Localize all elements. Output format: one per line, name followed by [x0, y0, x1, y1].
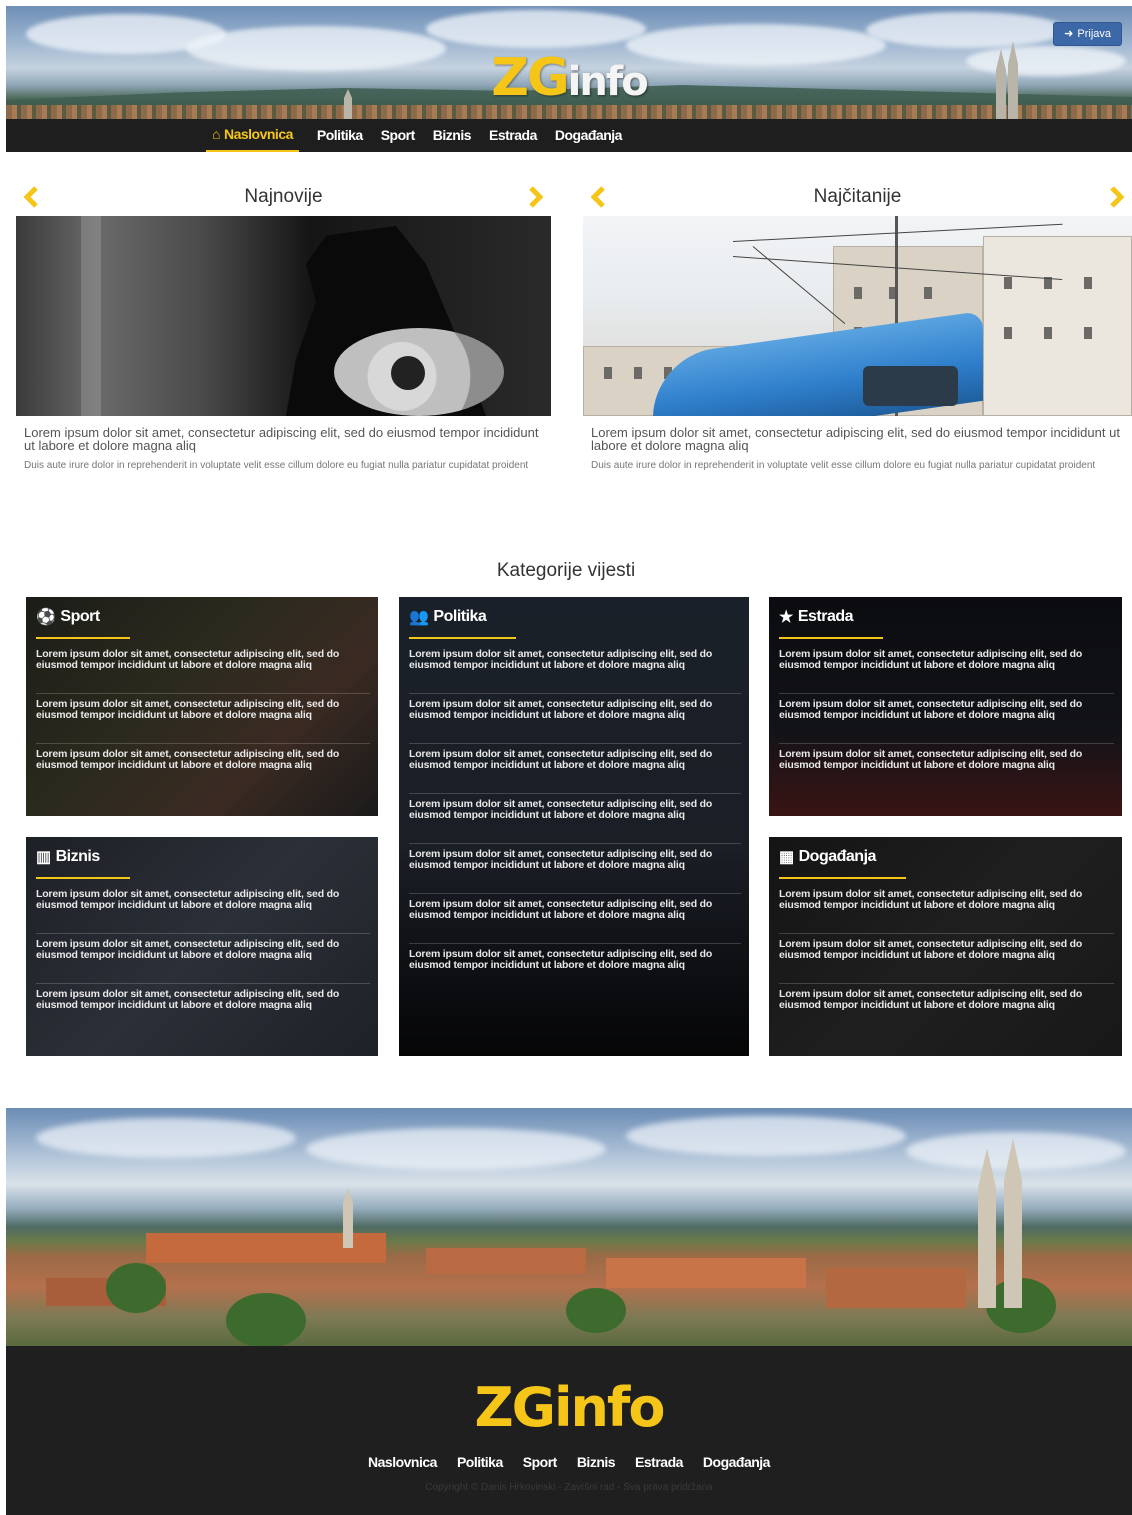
chevron-left-icon[interactable]	[591, 186, 607, 208]
category-card-biznis: ▥ Biznis Lorem ipsum dolor sit amet, cons…	[26, 837, 378, 1056]
category-card-dogadanja: ▦ Događanja Lorem ipsum dolor sit amet, c…	[769, 837, 1122, 1056]
nav-item-sport[interactable]: Sport	[381, 119, 416, 152]
soccer-ball-icon: ⚽	[36, 609, 56, 626]
article-summary: Duis aute irure dolor in reprehenderit i…	[24, 460, 529, 471]
article-lead[interactable]: Lorem ipsum dolor sit amet, consectetur …	[591, 426, 1124, 452]
footer-link-dogadanja[interactable]: Događanja	[703, 1454, 771, 1470]
footer-link-biznis[interactable]: Biznis	[577, 1454, 616, 1470]
category-card-estrada: ★ Estrada Lorem ipsum dolor sit amet, con…	[769, 597, 1122, 816]
footer-banner	[6, 1108, 1132, 1346]
list-item[interactable]: Lorem ipsum dolor sit amet, consectetur …	[779, 649, 1114, 694]
list-item[interactable]: Lorem ipsum dolor sit amet, consectetur …	[779, 749, 1114, 794]
category-header[interactable]: 👥 Politika	[409, 597, 517, 639]
chevron-left-icon[interactable]	[24, 186, 40, 208]
copyright: Copyright © Danis Hrkovinski - Završni r…	[425, 1482, 713, 1493]
category-card-sport: ⚽ Sport Lorem ipsum dolor sit amet, conse…	[26, 597, 378, 816]
nav-item-dogadanja[interactable]: Događanja	[555, 119, 623, 152]
category-header[interactable]: ⚽ Sport	[36, 597, 130, 639]
category-header[interactable]: ▦ Događanja	[779, 837, 906, 879]
article-image[interactable]	[583, 216, 1132, 416]
slider-title: Najnovije	[244, 186, 323, 207]
bar-chart-icon: ▥	[36, 849, 51, 866]
list-item[interactable]: Lorem ipsum dolor sit amet, consectetur …	[409, 949, 741, 994]
star-icon: ★	[779, 609, 793, 626]
category-card-politika: 👥 Politika Lorem ipsum dolor sit amet, co…	[399, 597, 749, 1056]
footer-link-sport[interactable]: Sport	[523, 1454, 558, 1470]
login-button[interactable]: ➜ Prijava	[1053, 22, 1122, 46]
list-item[interactable]: Lorem ipsum dolor sit amet, consectetur …	[409, 699, 741, 744]
list-item[interactable]: Lorem ipsum dolor sit amet, consectetur …	[36, 989, 370, 1034]
home-icon: ⌂	[212, 126, 220, 142]
footer-logo[interactable]: ZGinfo	[6, 1376, 1132, 1440]
list-item[interactable]: Lorem ipsum dolor sit amet, consectetur …	[779, 699, 1114, 744]
list-item[interactable]: Lorem ipsum dolor sit amet, consectetur …	[409, 649, 741, 694]
chevron-right-icon[interactable]	[1108, 186, 1124, 208]
section-title: Kategorije vijesti	[496, 560, 636, 581]
list-item[interactable]: Lorem ipsum dolor sit amet, consectetur …	[36, 749, 370, 794]
list-item[interactable]: Lorem ipsum dolor sit amet, consectetur …	[779, 939, 1114, 984]
list-item[interactable]: Lorem ipsum dolor sit amet, consectetur …	[409, 849, 741, 894]
category-header[interactable]: ★ Estrada	[779, 597, 884, 639]
footer-nav: Naslovnica Politika Sport Biznis Estrada…	[6, 1454, 1132, 1470]
list-item[interactable]: Lorem ipsum dolor sit amet, consectetur …	[36, 889, 370, 934]
article-summary: Duis aute irure dolor in reprehenderit i…	[591, 460, 1096, 471]
footer: ZGinfo Naslovnica Politika Sport Biznis …	[6, 1346, 1132, 1515]
nav-item-naslovnica[interactable]: ⌂ Naslovnica	[206, 119, 299, 152]
list-item[interactable]: Lorem ipsum dolor sit amet, consectetur …	[779, 889, 1114, 934]
category-header[interactable]: ▥ Biznis	[36, 837, 130, 879]
article-lead[interactable]: Lorem ipsum dolor sit amet, consectetur …	[24, 426, 543, 452]
slider-najnovije: Najnovije Lorem ipsum dolor sit amet, co…	[16, 178, 551, 474]
slider-title: Najčitanije	[813, 186, 902, 207]
chevron-right-icon[interactable]	[527, 186, 543, 208]
footer-link-naslovnica[interactable]: Naslovnica	[368, 1454, 437, 1470]
main-nav: ⌂ Naslovnica Politika Sport Biznis Estra…	[6, 119, 1132, 152]
slider-najcitanije: Najčitanije Lorem ipsum dolor sit amet, …	[583, 178, 1132, 474]
nav-item-biznis[interactable]: Biznis	[433, 119, 472, 152]
calendar-icon: ▦	[779, 849, 794, 866]
list-item[interactable]: Lorem ipsum dolor sit amet, consectetur …	[36, 939, 370, 984]
sign-in-icon: ➜	[1064, 28, 1074, 40]
nav-item-politika[interactable]: Politika	[317, 119, 363, 152]
users-icon: 👥	[409, 609, 429, 626]
footer-link-estrada[interactable]: Estrada	[635, 1454, 683, 1470]
site-logo[interactable]: ZGinfo	[6, 48, 1132, 112]
list-item[interactable]: Lorem ipsum dolor sit amet, consectetur …	[36, 649, 370, 694]
list-item[interactable]: Lorem ipsum dolor sit amet, consectetur …	[36, 699, 370, 744]
list-item[interactable]: Lorem ipsum dolor sit amet, consectetur …	[409, 749, 741, 794]
nav-item-estrada[interactable]: Estrada	[489, 119, 537, 152]
article-image[interactable]	[16, 216, 551, 416]
footer-link-politika[interactable]: Politika	[457, 1454, 503, 1470]
list-item[interactable]: Lorem ipsum dolor sit amet, consectetur …	[409, 899, 741, 944]
list-item[interactable]: Lorem ipsum dolor sit amet, consectetur …	[409, 799, 741, 844]
header-banner: ZGinfo ➜ Prijava	[6, 6, 1132, 119]
list-item[interactable]: Lorem ipsum dolor sit amet, consectetur …	[779, 989, 1114, 1034]
